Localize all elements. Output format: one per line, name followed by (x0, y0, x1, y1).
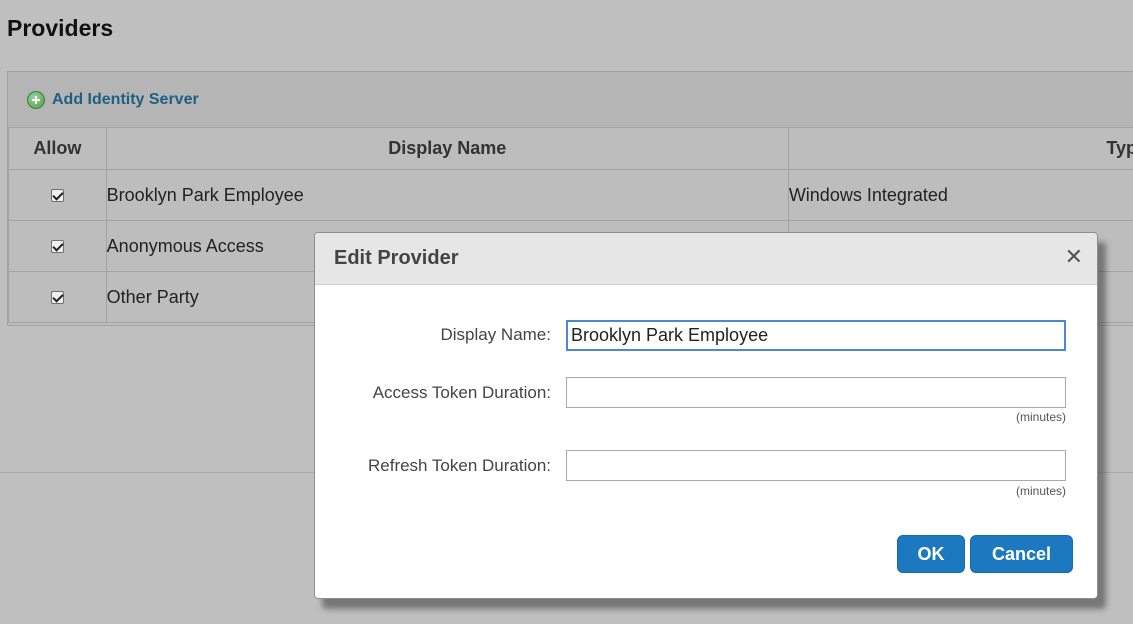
close-icon[interactable]: ✕ (1065, 246, 1083, 268)
access-token-duration-input[interactable] (566, 377, 1066, 408)
allow-cell (8, 169, 107, 221)
add-identity-server-label: Add Identity Server (52, 91, 199, 108)
refresh-token-duration-input[interactable] (566, 450, 1066, 481)
column-header-display-name[interactable]: Display Name (105, 127, 789, 170)
cancel-button[interactable]: Cancel (970, 535, 1073, 573)
type-cell: Windows Integrated (787, 169, 1133, 221)
allow-checkbox[interactable] (50, 189, 64, 203)
table-header-row: Allow Display Name Type (8, 127, 1133, 170)
table-row[interactable]: Brooklyn Park Employee Windows Integrate… (8, 169, 1133, 221)
dialog-header: Edit Provider ✕ (315, 233, 1097, 285)
display-name-cell: Brooklyn Park Employee (105, 169, 789, 221)
panel-toolbar: Add Identity Server (8, 72, 1133, 128)
allow-cell (8, 220, 107, 272)
column-header-allow[interactable]: Allow (8, 127, 107, 170)
plus-circle-icon (27, 91, 45, 109)
allow-checkbox[interactable] (50, 291, 64, 305)
ok-button[interactable]: OK (897, 535, 965, 573)
allow-cell (8, 271, 107, 323)
dialog-title: Edit Provider (334, 247, 459, 269)
add-identity-server-link[interactable]: Add Identity Server (27, 91, 199, 109)
access-token-unit-hint: (minutes) (1015, 410, 1066, 424)
allow-checkbox[interactable] (50, 240, 64, 254)
access-token-duration-label: Access Token Duration: (372, 383, 551, 402)
column-header-type[interactable]: Type (787, 127, 1133, 170)
edit-provider-dialog: Edit Provider ✕ Display Name: Access Tok… (314, 232, 1098, 599)
page-title: Providers (7, 15, 114, 41)
refresh-token-unit-hint: (minutes) (1015, 484, 1066, 498)
refresh-token-duration-label: Refresh Token Duration: (367, 456, 551, 475)
display-name-label: Display Name: (440, 325, 551, 344)
display-name-input[interactable] (566, 320, 1066, 351)
